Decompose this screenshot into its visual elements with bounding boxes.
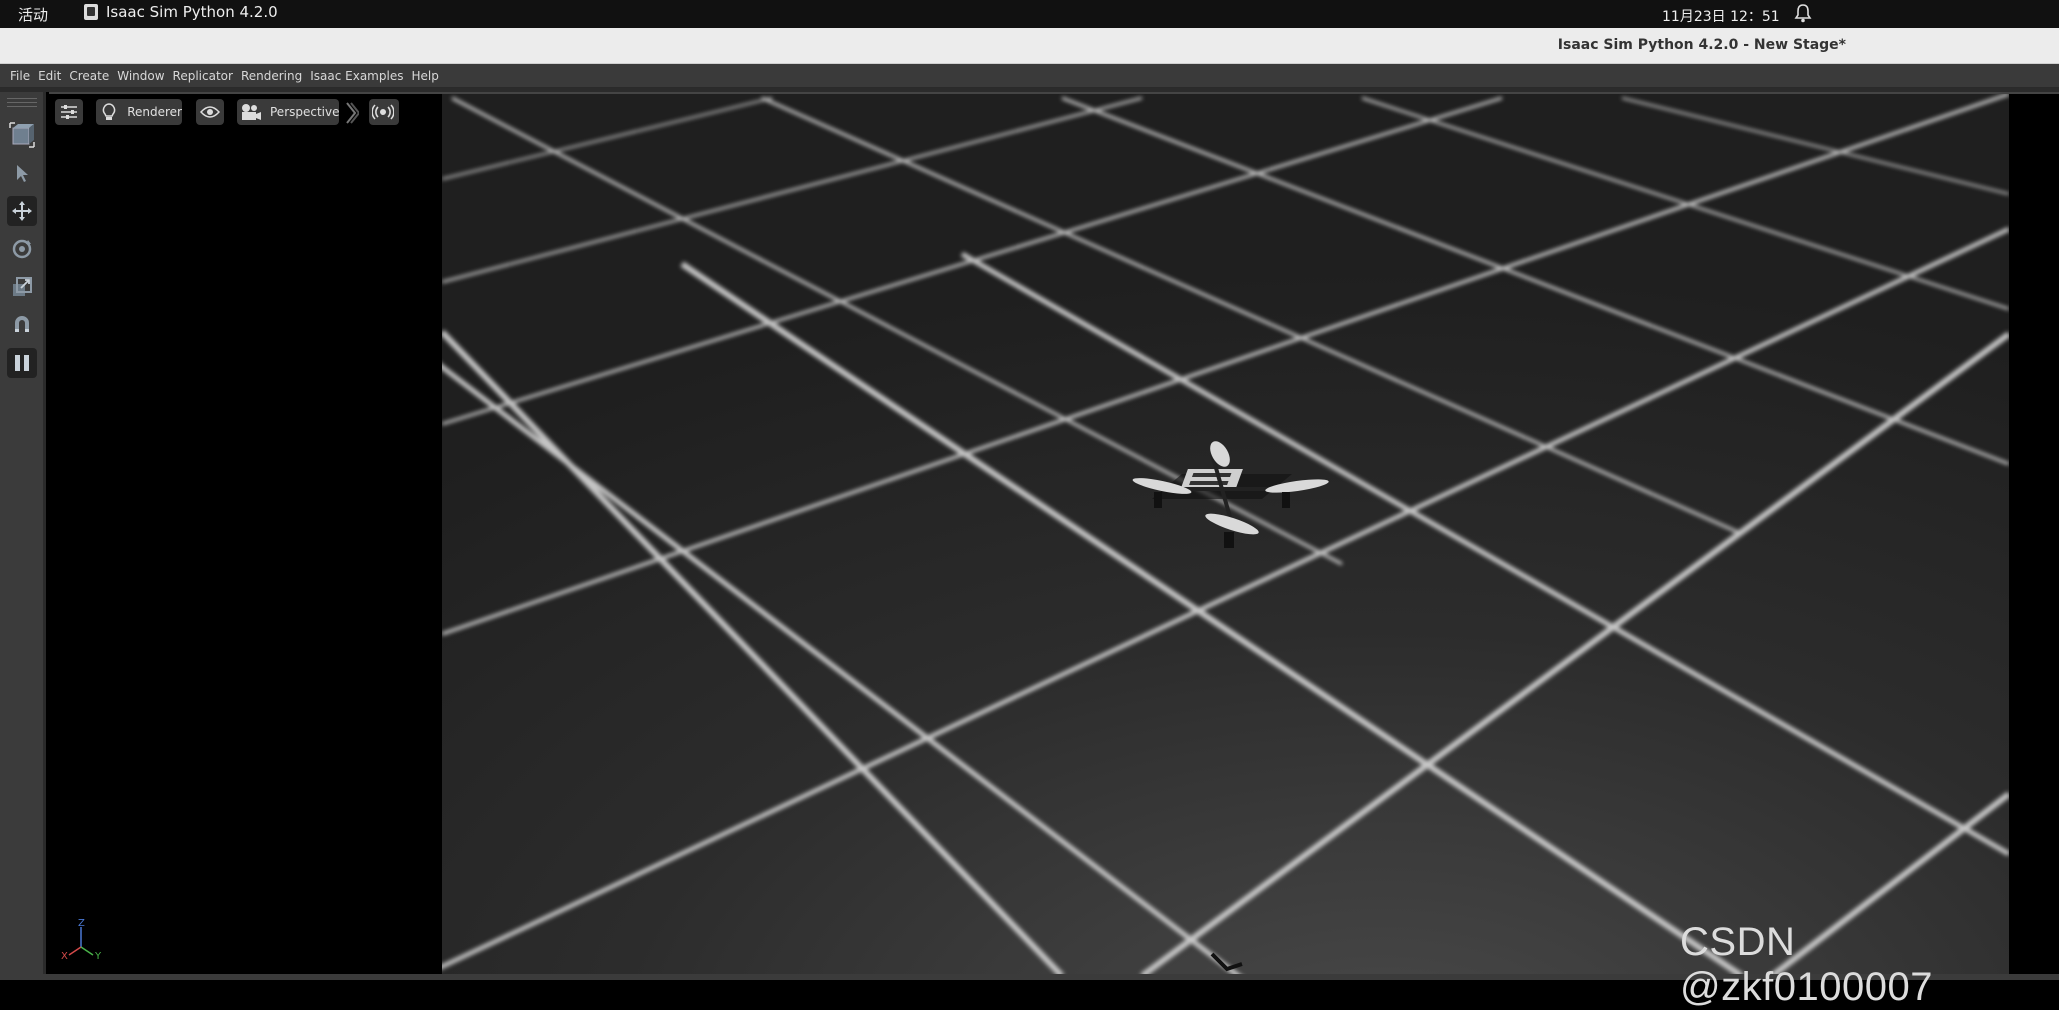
z-axis-label: Z	[78, 918, 85, 929]
rotate-icon	[12, 239, 32, 259]
camera-label: Perspective	[270, 105, 340, 119]
settings-button[interactable]	[55, 99, 83, 125]
x-axis-line	[68, 946, 82, 956]
left-toolbar	[0, 92, 46, 980]
renderer-button[interactable]: Renderer	[96, 99, 182, 125]
broadcast-icon	[372, 101, 394, 123]
visibility-button[interactable]	[196, 99, 224, 125]
move-tool-button[interactable]	[7, 196, 37, 226]
toolbar-grip[interactable]	[7, 98, 37, 110]
pause-icon	[15, 355, 29, 371]
snap-icon	[15, 316, 29, 332]
system-top-bar: 活动 Isaac Sim Python 4.2.0 11月23日 12：51	[0, 0, 2059, 28]
menu-help[interactable]: Help	[407, 69, 442, 83]
activities-button[interactable]: 活动	[18, 4, 48, 25]
expand-toolbar-chevron-icon[interactable]	[345, 101, 361, 125]
y-axis-label: Y	[94, 951, 102, 962]
camera-button[interactable]: Perspective	[237, 99, 340, 125]
clock[interactable]: 11月23日 12：51	[1662, 6, 1780, 26]
menu-window[interactable]: Window	[113, 69, 168, 83]
settings-sliders-icon	[58, 101, 80, 123]
viewport-scene[interactable]	[442, 94, 2009, 976]
pause-button[interactable]	[7, 348, 37, 378]
app-menu[interactable]: Isaac Sim Python 4.2.0	[84, 3, 278, 21]
y-axis-line	[80, 946, 94, 956]
renderer-label: Renderer	[127, 105, 182, 119]
scale-icon	[13, 277, 32, 296]
broadcast-button[interactable]	[369, 99, 399, 125]
scale-tool-button[interactable]	[7, 272, 37, 302]
select-tool-button[interactable]	[7, 158, 37, 188]
viewport[interactable]: Renderer Perspective Z X Y	[49, 92, 2059, 976]
app-icon	[84, 4, 98, 20]
menu-replicator[interactable]: Replicator	[169, 69, 237, 83]
notification-bell-icon[interactable]	[1794, 3, 1812, 23]
app-name: Isaac Sim Python 4.2.0	[106, 3, 278, 21]
menu-file[interactable]: File	[6, 69, 34, 83]
menu-edit[interactable]: Edit	[34, 69, 65, 83]
lightbulb-icon	[99, 101, 119, 123]
rotate-tool-button[interactable]	[7, 234, 37, 264]
eye-icon	[199, 101, 221, 123]
window-title-bar: Isaac Sim Python 4.2.0 - New Stage*	[0, 28, 2059, 64]
x-axis-label: X	[61, 951, 68, 962]
menu-bar: File Edit Create Window Replicator Rende…	[0, 64, 2059, 88]
move-icon	[12, 201, 32, 221]
window-title: Isaac Sim Python 4.2.0 - New Stage*	[1557, 37, 1846, 53]
stage-icon	[9, 122, 35, 148]
select-icon	[17, 165, 28, 182]
watermark: CSDN @zkf0100007	[1680, 920, 1933, 1009]
camera-icon	[240, 101, 262, 123]
snap-tool-button[interactable]	[7, 310, 37, 340]
menu-isaac-examples[interactable]: Isaac Examples	[306, 69, 407, 83]
stage-tool-button[interactable]	[7, 120, 37, 150]
axis-gizmo: Z X Y	[61, 918, 102, 962]
menu-rendering[interactable]: Rendering	[237, 69, 306, 83]
menu-create[interactable]: Create	[65, 69, 113, 83]
